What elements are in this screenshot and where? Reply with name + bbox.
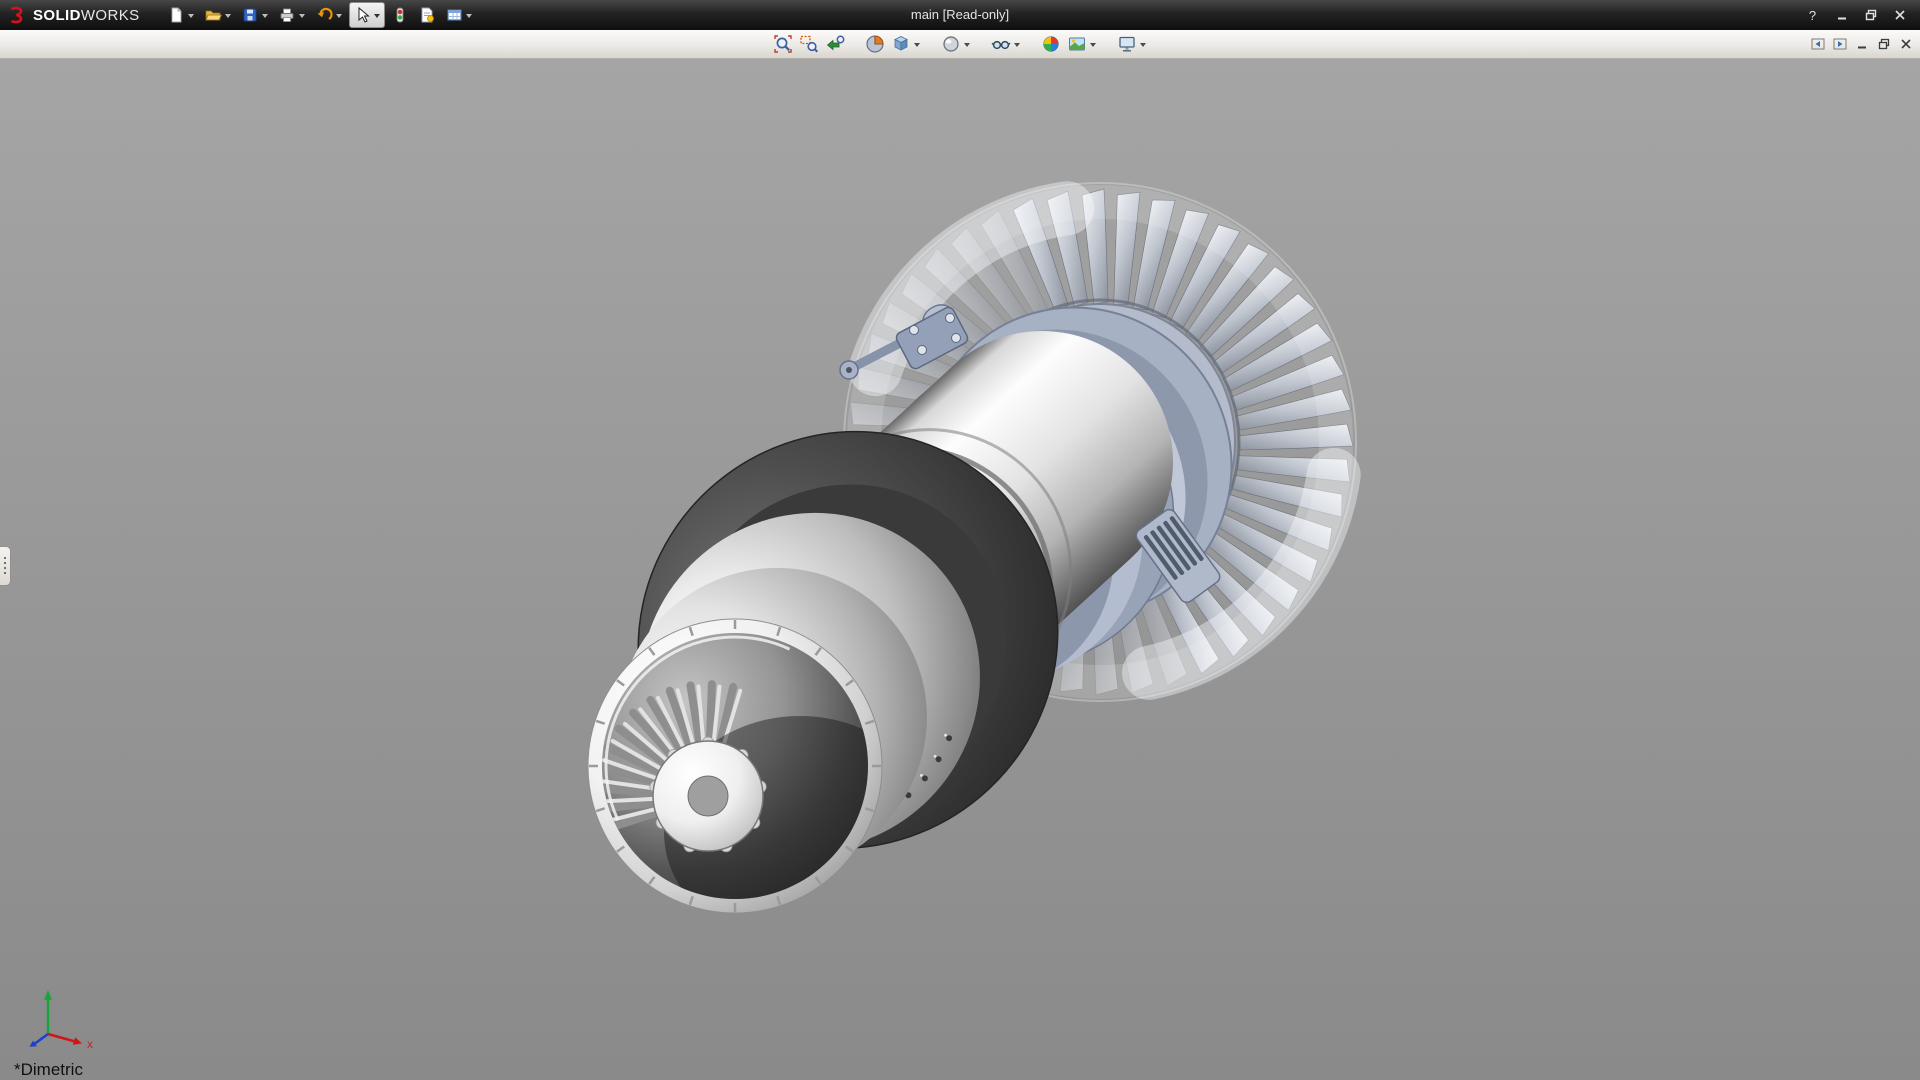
edit-appearance-button[interactable]	[1039, 32, 1063, 56]
file-properties-icon	[418, 6, 436, 24]
doc-minimize-button[interactable]	[1852, 35, 1871, 53]
help-button[interactable]: ?	[1800, 6, 1825, 25]
doc-close-button[interactable]	[1896, 35, 1915, 53]
brand-name: SOLIDWORKS	[33, 7, 140, 24]
orientation-label: *Dimetric	[14, 1060, 83, 1080]
restore-button[interactable]	[1858, 6, 1883, 25]
new-document-icon	[167, 6, 185, 24]
dropdown-arrow-icon[interactable]	[336, 14, 342, 18]
display-style-button[interactable]	[939, 32, 973, 56]
options-table-icon	[445, 6, 463, 24]
restore-icon	[1865, 9, 1877, 21]
print-button[interactable]	[275, 3, 309, 27]
zoom-to-area-icon	[799, 34, 819, 54]
file-properties-button[interactable]	[415, 3, 439, 27]
dropdown-arrow-icon[interactable]	[964, 43, 970, 47]
apply-scene-icon	[1067, 34, 1087, 54]
dropdown-arrow-icon[interactable]	[1090, 43, 1096, 47]
dropdown-arrow-icon[interactable]	[374, 14, 380, 18]
hide-show-items-button[interactable]	[989, 32, 1023, 56]
save-button[interactable]	[238, 3, 272, 27]
x-axis-label: x	[87, 1037, 93, 1051]
zoom-to-fit-icon	[773, 34, 793, 54]
options-button[interactable]	[442, 3, 476, 27]
edit-appearance-icon	[1041, 34, 1061, 54]
select-tool-button[interactable]	[349, 2, 385, 28]
engine-assembly	[553, 183, 1356, 948]
close-button[interactable]	[1887, 6, 1912, 25]
zoom-to-fit-button[interactable]	[771, 32, 795, 56]
main-toolbar	[164, 2, 476, 28]
orientation-triad: x	[18, 986, 118, 1066]
window-next-button[interactable]	[1830, 35, 1849, 53]
select-cursor-icon	[353, 6, 371, 24]
dropdown-arrow-icon[interactable]	[1140, 43, 1146, 47]
window-previous-icon	[1811, 37, 1825, 51]
window-controls: ?	[1800, 6, 1920, 25]
view-settings-icon	[1117, 34, 1137, 54]
display-style-icon	[941, 34, 961, 54]
view-tools	[771, 32, 1149, 56]
dropdown-arrow-icon[interactable]	[262, 14, 268, 18]
rebuild-button[interactable]	[388, 3, 412, 27]
feature-panel-splitter-handle[interactable]	[0, 546, 11, 586]
x-axis	[48, 1034, 75, 1042]
z-axis	[35, 1034, 48, 1044]
close-icon	[1894, 9, 1906, 21]
document-window-controls	[1808, 35, 1920, 53]
hide-show-items-icon	[991, 34, 1011, 54]
previous-view-button[interactable]	[823, 32, 847, 56]
view-orientation-icon	[891, 34, 911, 54]
jet-engine-model[interactable]	[0, 0, 1920, 1080]
dropdown-arrow-icon[interactable]	[225, 14, 231, 18]
dropdown-arrow-icon[interactable]	[1014, 43, 1020, 47]
solidworks-logo: SOLIDWORKS	[0, 5, 150, 25]
save-icon	[241, 6, 259, 24]
titlebar: SOLIDWORKS	[0, 0, 1920, 30]
zoom-to-area-button[interactable]	[797, 32, 821, 56]
section-view-icon	[865, 34, 885, 54]
minimize-icon	[1856, 38, 1868, 50]
window-previous-button[interactable]	[1808, 35, 1827, 53]
restore-icon	[1878, 38, 1890, 50]
rebuild-traffic-light-icon	[391, 6, 409, 24]
doc-restore-button[interactable]	[1874, 35, 1893, 53]
section-view-button[interactable]	[863, 32, 887, 56]
dropdown-arrow-icon[interactable]	[466, 14, 472, 18]
grip-dots-icon	[4, 557, 6, 575]
dropdown-arrow-icon[interactable]	[299, 14, 305, 18]
dropdown-arrow-icon[interactable]	[188, 14, 194, 18]
minimize-icon	[1836, 9, 1848, 21]
solidworks-logo-icon	[8, 5, 28, 25]
window-next-icon	[1833, 37, 1847, 51]
dropdown-arrow-icon[interactable]	[914, 43, 920, 47]
undo-button[interactable]	[312, 3, 346, 27]
minimize-button[interactable]	[1829, 6, 1854, 25]
open-button[interactable]	[201, 3, 235, 27]
heads-up-view-toolbar	[0, 30, 1920, 59]
view-settings-button[interactable]	[1115, 32, 1149, 56]
open-folder-icon	[204, 6, 222, 24]
apply-scene-button[interactable]	[1065, 32, 1099, 56]
new-document-button[interactable]	[164, 3, 198, 27]
undo-icon	[315, 6, 333, 24]
print-icon	[278, 6, 296, 24]
close-icon	[1900, 38, 1912, 50]
previous-view-icon	[825, 34, 845, 54]
view-orientation-button[interactable]	[889, 32, 923, 56]
